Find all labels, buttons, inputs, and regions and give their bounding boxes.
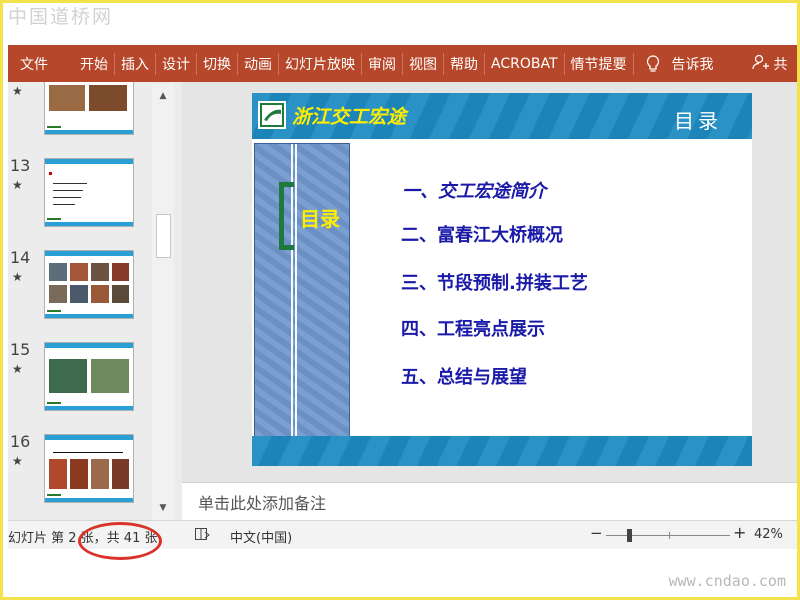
thumbnail-number: 13 — [10, 156, 31, 175]
tab-file[interactable]: 文件 — [8, 45, 60, 82]
thumbnail-star: ★ — [12, 178, 23, 192]
agenda-item: 三、节段预制.拼装工艺 — [401, 273, 588, 294]
highlight-ellipse — [78, 522, 162, 560]
thumbnail-number: 14 — [10, 248, 31, 267]
tab-design[interactable]: 设计 — [156, 45, 196, 82]
agenda-item: 一、交工宏途简介 — [402, 181, 546, 202]
zoom-slider-track[interactable] — [606, 535, 730, 536]
notes-pane[interactable]: 单击此处添加备注 — [182, 482, 797, 521]
scrollbar-thumb[interactable] — [156, 214, 171, 258]
notes-placeholder: 单击此处添加备注 — [198, 494, 327, 513]
tab-separator — [632, 52, 634, 75]
thumbnail-number: 16 — [10, 432, 31, 451]
lightbulb-icon — [646, 54, 660, 73]
zoom-slider-handle[interactable] — [627, 529, 632, 542]
zoom-out-icon[interactable]: − — [590, 524, 603, 542]
tab-transitions[interactable]: 切换 — [197, 45, 237, 82]
spellcheck-book-icon[interactable] — [194, 526, 210, 546]
zoom-in-icon[interactable]: + — [733, 523, 746, 542]
tab-animations[interactable]: 动画 — [238, 45, 278, 82]
watermark-top: 中国道桥网 — [8, 6, 114, 28]
tab-slideshow[interactable]: 幻灯片放映 — [279, 45, 361, 82]
agenda-item: 五、总结与展望 — [401, 367, 527, 388]
slide-thumbnail-14[interactable] — [44, 250, 134, 319]
thumbnail-star: ★ — [12, 270, 23, 284]
watermark-bottom: www.cndao.com — [668, 572, 786, 590]
slide-brand-name: 浙江交工宏途 — [292, 106, 407, 128]
tab-insert[interactable]: 插入 — [115, 45, 155, 82]
agenda-item: 四、工程亮点展示 — [401, 319, 545, 340]
thumbnail-star: ★ — [12, 84, 23, 98]
scroll-up-arrow-icon[interactable]: ▲ — [155, 88, 171, 104]
thumbnail-number: 15 — [10, 340, 31, 359]
scroll-down-arrow-icon[interactable]: ▼ — [155, 500, 171, 516]
slide-thumbnail-16[interactable] — [44, 434, 134, 503]
tab-help[interactable]: 帮助 — [444, 45, 484, 82]
person-add-icon — [751, 53, 770, 75]
slide-thumbnail-partial[interactable] — [44, 82, 134, 135]
bracket-decoration — [279, 182, 294, 250]
ribbon-tab-bar: 文件 开始 插入 设计 切换 动画 幻灯片放映 审阅 视图 帮助 ACROBAT… — [8, 45, 797, 82]
zoom-level[interactable]: 42% — [754, 527, 783, 542]
decorative-line — [295, 144, 297, 436]
tab-home[interactable]: 开始 — [60, 45, 114, 82]
slide-header-title: 目录 — [674, 109, 722, 133]
share-button[interactable]: 共 — [751, 53, 788, 75]
current-slide[interactable]: 浙江交工宏途 目录 目录 一、交工宏途简介 二、富春江大桥概况 三、节段预制.拼… — [252, 93, 752, 466]
tab-view[interactable]: 视图 — [403, 45, 443, 82]
agenda-item: 二、富春江大桥概况 — [401, 225, 563, 246]
tab-acrobat[interactable]: ACROBAT — [485, 45, 564, 82]
zoom-slider-midmark — [669, 532, 670, 539]
slide-thumbnail-13[interactable] — [44, 158, 134, 227]
slide-side-label: 目录 — [300, 207, 340, 231]
tab-review[interactable]: 审阅 — [362, 45, 402, 82]
thumbnail-star: ★ — [12, 362, 23, 376]
slide-footer-band — [252, 436, 752, 466]
language-status[interactable]: 中文(中国) — [230, 527, 292, 546]
slide-side-panel: 目录 — [254, 143, 350, 437]
share-label: 共 — [773, 56, 788, 73]
slide-thumbnail-15[interactable] — [44, 342, 134, 411]
company-logo — [258, 101, 286, 129]
tab-storyboard[interactable]: 情节提要 — [565, 45, 633, 82]
thumbnail-scrollbar[interactable]: ▲ ▼ — [152, 84, 174, 520]
tell-me-box[interactable]: 告诉我 — [646, 54, 714, 74]
tell-me-label: 告诉我 — [671, 56, 714, 73]
thumbnail-star: ★ — [12, 454, 23, 468]
